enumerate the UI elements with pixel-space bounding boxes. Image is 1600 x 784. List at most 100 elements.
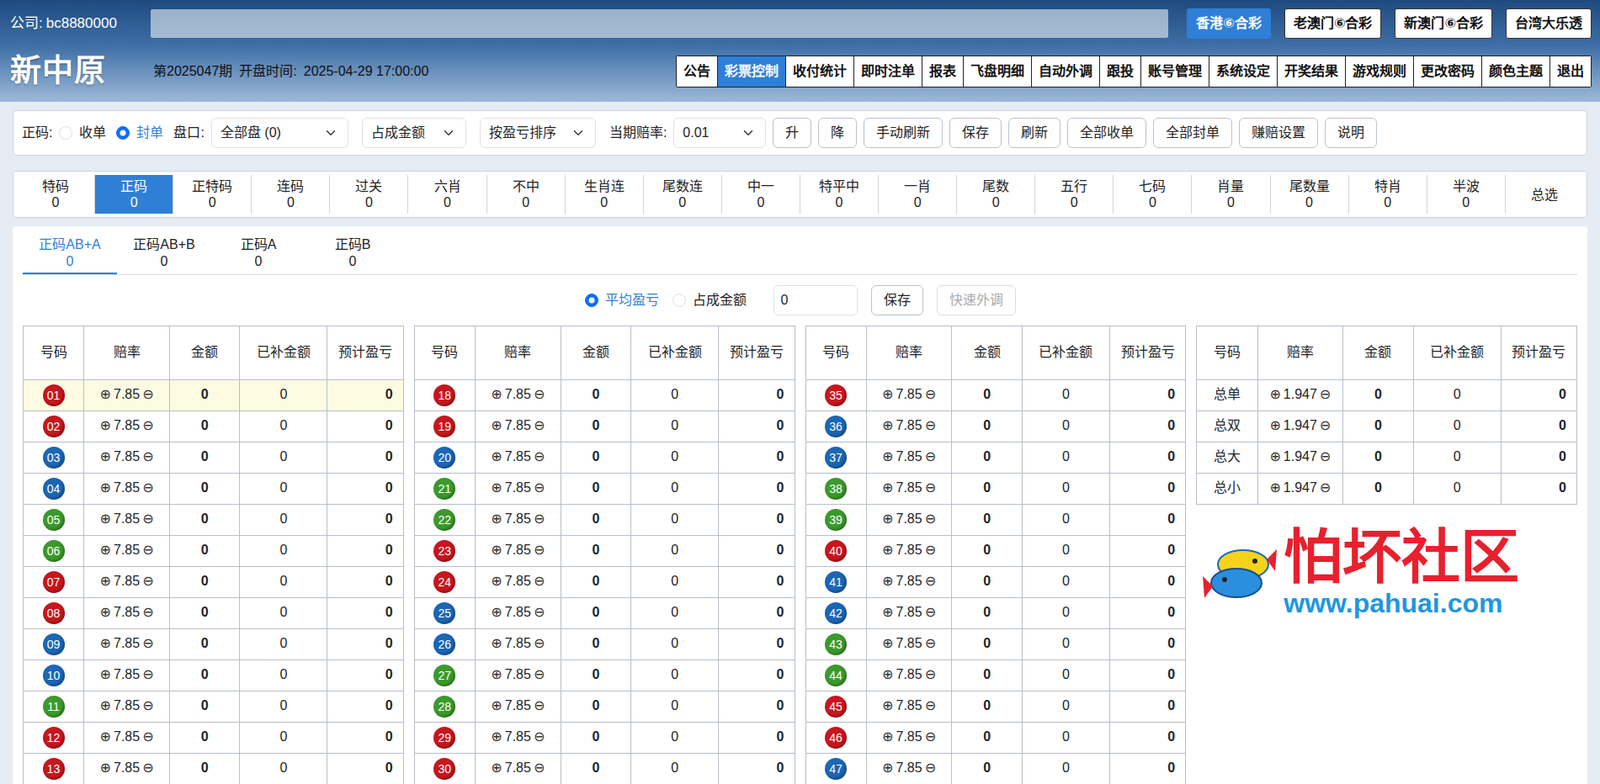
plus-icon[interactable]: ⊕	[490, 542, 502, 558]
plus-icon[interactable]: ⊕	[100, 760, 112, 776]
table-row[interactable]: 04⊕7.85⊖000	[23, 473, 404, 505]
nav-item[interactable]: 退出	[1550, 56, 1591, 87]
minus-icon[interactable]: ⊖	[924, 605, 936, 620]
adjust-radio[interactable]	[672, 293, 686, 308]
nav-item[interactable]: 报表	[922, 56, 964, 87]
table-row[interactable]: 20⊕7.85⊖000	[414, 441, 795, 474]
minus-icon[interactable]: ⊖	[1319, 387, 1331, 402]
plus-icon[interactable]: ⊕	[882, 636, 894, 651]
minus-icon[interactable]: ⊖	[533, 729, 545, 745]
plus-icon[interactable]: ⊕	[882, 760, 894, 776]
minus-icon[interactable]: ⊖	[533, 667, 545, 682]
minus-icon[interactable]: ⊖	[924, 542, 936, 558]
minus-icon[interactable]: ⊖	[142, 480, 154, 495]
minus-icon[interactable]: ⊖	[924, 449, 936, 464]
plus-icon[interactable]: ⊕	[1269, 480, 1281, 495]
toolbar-button[interactable]: 刷新	[1008, 117, 1061, 149]
toolbar-button[interactable]: 赚赔设置	[1238, 117, 1319, 149]
lottery-button[interactable]: 台湾大乐透	[1505, 8, 1592, 39]
pan-select[interactable]: 全部盘 (0)	[211, 117, 349, 149]
table-row[interactable]: 28⊕7.85⊖000	[414, 691, 795, 723]
category-tab[interactable]: 连码0	[251, 175, 330, 214]
table-row[interactable]: 08⊕7.85⊖000	[23, 597, 404, 629]
plus-icon[interactable]: ⊕	[100, 667, 112, 682]
adjust-input[interactable]	[773, 285, 858, 316]
nav-item[interactable]: 账号管理	[1141, 56, 1210, 87]
table-row[interactable]: 07⊕7.85⊖000	[23, 566, 404, 598]
category-tab[interactable]: 不中0	[487, 175, 566, 214]
plus-icon[interactable]: ⊕	[882, 449, 894, 464]
category-tab[interactable]: 肖量0	[1191, 175, 1271, 214]
table-row[interactable]: 总单⊕1.947⊖000	[1196, 379, 1578, 411]
adjust-button[interactable]: 保存	[871, 285, 924, 316]
nav-item[interactable]: 开奖结果	[1277, 56, 1346, 87]
nav-item[interactable]: 游戏规则	[1345, 56, 1414, 87]
table-row[interactable]: 27⊕7.85⊖000	[414, 659, 795, 692]
table-row[interactable]: 18⊕7.85⊖000	[414, 379, 795, 411]
plus-icon[interactable]: ⊕	[490, 418, 502, 433]
plus-icon[interactable]: ⊕	[490, 387, 502, 402]
plus-icon[interactable]: ⊕	[882, 418, 894, 433]
table-row[interactable]: 21⊕7.85⊖000	[414, 473, 795, 505]
plus-icon[interactable]: ⊕	[100, 574, 112, 589]
nav-item[interactable]: 收付统计	[786, 56, 855, 87]
table-row[interactable]: 总双⊕1.947⊖000	[1196, 410, 1578, 442]
category-tab[interactable]: 特平中0	[800, 175, 879, 214]
table-row[interactable]: 42⊕7.85⊖000	[805, 597, 1186, 629]
nav-item[interactable]: 跟投	[1100, 56, 1142, 87]
table-row[interactable]: 25⊕7.85⊖000	[414, 597, 795, 629]
table-row[interactable]: 26⊕7.85⊖000	[414, 628, 795, 660]
table-row[interactable]: 01⊕7.85⊖000	[23, 379, 404, 411]
toolbar-button[interactable]: 保存	[949, 117, 1002, 149]
mode-option[interactable]: 封单	[116, 122, 164, 144]
plus-icon[interactable]: ⊕	[1269, 449, 1281, 464]
category-tab[interactable]: 过关0	[329, 175, 409, 214]
plus-icon[interactable]: ⊕	[1269, 418, 1281, 433]
table-row[interactable]: 03⊕7.85⊖000	[23, 441, 404, 474]
category-tab[interactable]: 一肖0	[878, 175, 957, 214]
plus-icon[interactable]: ⊕	[882, 542, 894, 558]
table-row[interactable]: 06⊕7.85⊖000	[23, 535, 404, 567]
table-row[interactable]: 02⊕7.85⊖000	[23, 410, 404, 442]
category-tab[interactable]: 尾数连0	[643, 175, 723, 214]
category-tab[interactable]: 半波0	[1427, 175, 1506, 214]
minus-icon[interactable]: ⊖	[142, 605, 154, 620]
plus-icon[interactable]: ⊕	[490, 667, 502, 682]
minus-icon[interactable]: ⊖	[533, 449, 545, 464]
minus-icon[interactable]: ⊖	[924, 480, 936, 495]
table-row[interactable]: 37⊕7.85⊖000	[805, 441, 1186, 474]
table-row[interactable]: 35⊕7.85⊖000	[805, 379, 1186, 411]
plus-icon[interactable]: ⊕	[100, 605, 112, 620]
table-row[interactable]: 30⊕7.85⊖000	[414, 753, 795, 784]
plus-icon[interactable]: ⊕	[100, 480, 112, 495]
sub-tab[interactable]: 正码B0	[305, 231, 400, 274]
nav-item[interactable]: 飞盘明细	[963, 56, 1032, 87]
sort-select[interactable]: 按盈亏排序	[479, 117, 596, 149]
minus-icon[interactable]: ⊖	[1319, 449, 1331, 464]
minus-icon[interactable]: ⊖	[142, 636, 154, 651]
plus-icon[interactable]: ⊕	[882, 729, 894, 745]
plus-icon[interactable]: ⊕	[490, 760, 502, 776]
minus-icon[interactable]: ⊖	[1319, 480, 1331, 495]
plus-icon[interactable]: ⊕	[490, 480, 502, 495]
minus-icon[interactable]: ⊖	[142, 449, 154, 464]
toolbar-button[interactable]: 降	[818, 117, 857, 149]
plus-icon[interactable]: ⊕	[882, 511, 894, 527]
category-tab[interactable]: 尾数0	[956, 175, 1036, 214]
minus-icon[interactable]: ⊖	[533, 760, 545, 776]
plus-icon[interactable]: ⊕	[490, 574, 502, 589]
plus-icon[interactable]: ⊕	[100, 542, 112, 558]
share-select[interactable]: 占成金额	[361, 117, 467, 149]
category-tab[interactable]: 特肖0	[1349, 175, 1428, 214]
minus-icon[interactable]: ⊖	[533, 418, 545, 433]
plus-icon[interactable]: ⊕	[882, 574, 894, 589]
minus-icon[interactable]: ⊖	[142, 667, 154, 682]
minus-icon[interactable]: ⊖	[142, 542, 154, 558]
minus-icon[interactable]: ⊖	[924, 418, 936, 433]
table-row[interactable]: 39⊕7.85⊖000	[805, 504, 1186, 536]
table-row[interactable]: 29⊕7.85⊖000	[414, 722, 795, 754]
nav-item[interactable]: 彩票控制	[717, 56, 787, 87]
minus-icon[interactable]: ⊖	[924, 511, 936, 527]
table-row[interactable]: 44⊕7.85⊖000	[805, 659, 1186, 692]
category-tab[interactable]: 六肖0	[408, 175, 487, 214]
